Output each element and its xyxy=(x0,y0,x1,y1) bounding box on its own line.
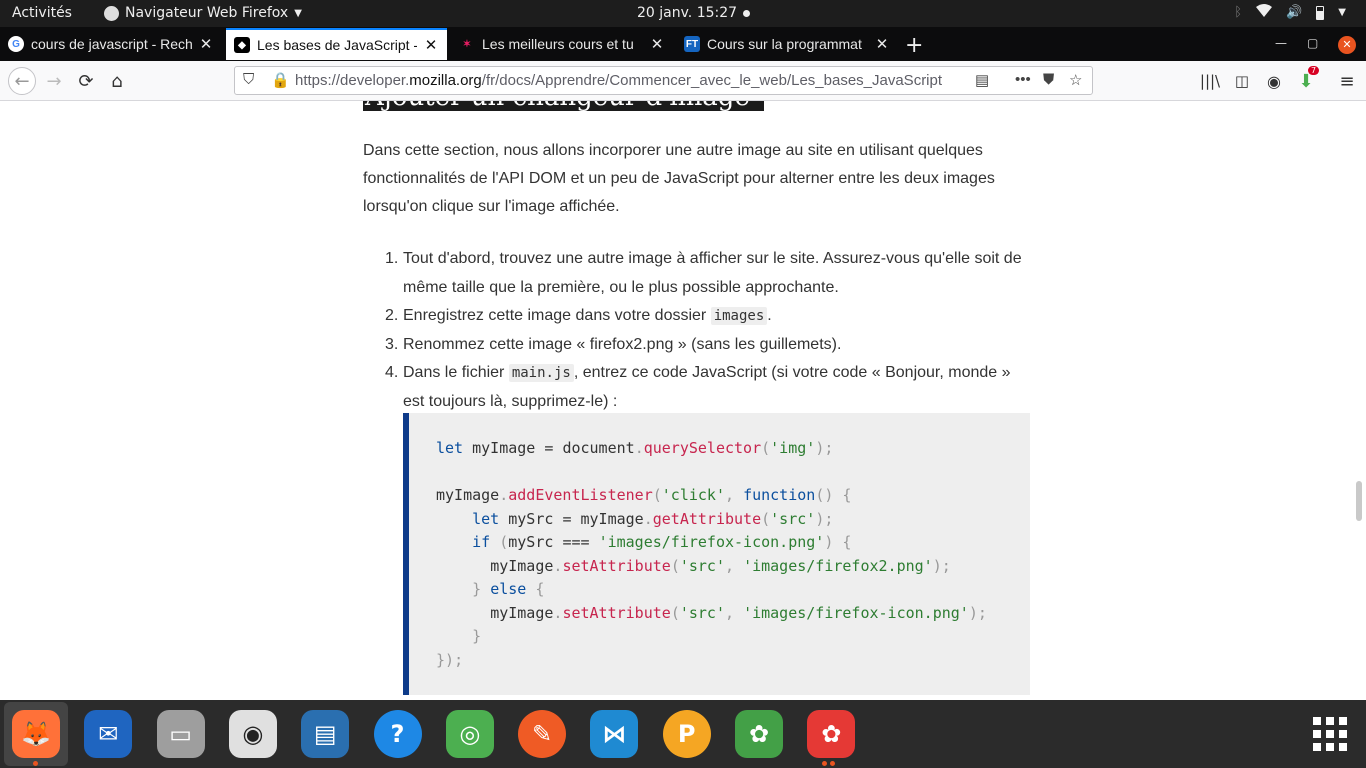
tab-mdn-bases-javascript[interactable]: ◆ Les bases de JavaScript - A ✕ xyxy=(226,28,447,60)
code-block[interactable]: let myImage = document.querySelector('im… xyxy=(403,413,1030,695)
reader-view-icon[interactable]: ▤ xyxy=(975,71,989,89)
volume-icon: 🔊 xyxy=(1286,5,1303,20)
new-tab-button[interactable]: + xyxy=(905,33,923,58)
url-domain: mozilla.org xyxy=(409,72,482,89)
code-line: myImage.setAttribute('src', 'images/fire… xyxy=(490,556,951,575)
list-item: 1. Tout d'abord, trouvez une autre image … xyxy=(385,250,1022,296)
postman-icon[interactable]: ✎ xyxy=(518,710,567,758)
mdn-icon: ◆ xyxy=(234,37,250,53)
pocket-icon[interactable]: ⛊ xyxy=(1043,71,1054,88)
dock: 🦊 ✉ ▭ ◉ ▤? ◎ ✎ ⋈ P ✿ ✿ xyxy=(0,700,1366,768)
list-item: 2. Enregistrez cette image dans votre dos… xyxy=(385,307,772,325)
system-tray[interactable]: ᛒ 🔊 ▼ xyxy=(1234,4,1346,21)
scrollbar-thumb[interactable] xyxy=(1356,481,1362,521)
code-line: let mySrc = myImage.getAttribute('src'); xyxy=(472,509,834,528)
clock[interactable]: 20 janv. 15:27 xyxy=(637,5,737,21)
running-indicator xyxy=(33,761,38,766)
page-content: Ajouter un changeur d'image Dans cette s… xyxy=(0,101,1366,700)
code-line: } else { xyxy=(472,580,545,598)
window-close-button[interactable]: ✕ xyxy=(1338,36,1356,54)
wifi-icon xyxy=(1256,4,1273,21)
chrome-icon[interactable]: ◎ xyxy=(445,710,494,758)
intro-paragraph: Dans cette section, nous allons incorpor… xyxy=(363,142,995,215)
google-icon: G xyxy=(8,36,24,52)
section-heading: Ajouter un changeur d'image xyxy=(363,101,764,111)
navigation-toolbar: ← → ⟳ ⌂ ⛉ 🔒 https://developer.mozilla.or… xyxy=(0,61,1366,101)
bookmark-star-icon[interactable]: ☆ xyxy=(1069,71,1082,89)
sidebar-icon[interactable]: ◫ xyxy=(1230,69,1254,93)
code-line: let myImage = document.querySelector('im… xyxy=(436,439,834,457)
activities-button[interactable]: Activités xyxy=(12,5,72,21)
libreoffice-writer-icon[interactable]: ▤ xyxy=(301,710,350,758)
tab-strip: G cours de javascript - Rech ✕ ◆ Les bas… xyxy=(0,27,1366,61)
address-bar[interactable]: ⛉ 🔒 https://developer.mozilla.org/fr/doc… xyxy=(234,66,1093,95)
account-icon[interactable]: ◉ xyxy=(1262,69,1286,93)
code-line: myImage.addEventListener('click', functi… xyxy=(436,486,852,504)
show-applications-icon[interactable] xyxy=(1313,717,1347,751)
solitaire-icon[interactable]: ✿ xyxy=(735,710,783,758)
notification-dot-icon xyxy=(743,10,750,17)
url-path: /fr/docs/Apprendre/Commencer_avec_le_web… xyxy=(481,72,943,89)
inline-code: main.js xyxy=(508,364,574,382)
thunderbird-icon[interactable]: ✉ xyxy=(84,710,133,758)
power-menu-icon: ▼ xyxy=(1338,7,1346,18)
tab-title: Les meilleurs cours et tu xyxy=(482,36,634,52)
close-icon[interactable]: ✕ xyxy=(423,36,439,54)
tab-title: Cours sur la programmat xyxy=(707,36,862,52)
rhythmbox-icon[interactable]: ◉ xyxy=(228,710,277,758)
tab-google-search[interactable]: G cours de javascript - Rech ✕ xyxy=(0,29,222,59)
inline-code: images xyxy=(710,307,768,325)
gnome-top-bar: Activités Navigateur Web Firefox ▼ 20 ja… xyxy=(0,0,1366,27)
close-icon[interactable]: ✕ xyxy=(198,35,214,53)
chevron-down-icon: ▼ xyxy=(294,7,302,19)
app-menu-label: Navigateur Web Firefox xyxy=(125,5,289,21)
firefox-small-icon xyxy=(104,5,119,21)
app-menu[interactable]: Navigateur Web Firefox ▼ xyxy=(104,5,302,21)
developpez-icon: ✶ xyxy=(462,38,472,50)
home-button[interactable]: ⌂ xyxy=(105,69,129,93)
tab-title: Les bases de JavaScript - A xyxy=(257,37,417,53)
forward-button[interactable]: → xyxy=(42,69,66,93)
code-line: }); xyxy=(436,650,464,669)
battery-icon xyxy=(1316,5,1325,20)
firefox-icon[interactable]: 🦊 xyxy=(12,710,60,758)
minimize-icon[interactable]: — xyxy=(1275,36,1287,50)
help-icon[interactable]: ? xyxy=(373,710,422,758)
downloads-badge: 7 xyxy=(1308,66,1320,75)
list-item: 3. Renommez cette image « firefox2.png » … xyxy=(385,335,842,353)
code-line: if (mySrc === 'images/firefox-icon.png')… xyxy=(472,533,852,551)
bluetooth-icon: ᛒ xyxy=(1234,5,1243,20)
library-icon[interactable]: |||\ xyxy=(1198,69,1222,93)
menu-icon[interactable]: ≡ xyxy=(1335,69,1359,93)
code-line: } xyxy=(472,627,482,645)
tab-cours-programmation[interactable]: FT Cours sur la programmat ✕ xyxy=(676,29,898,59)
shield-icon[interactable]: ⛉ xyxy=(243,71,254,88)
steps-list: 1. Tout d'abord, trouvez une autre image … xyxy=(363,245,1028,416)
code-line: myImage.setAttribute('src', 'images/fire… xyxy=(490,603,987,622)
close-icon[interactable]: ✕ xyxy=(649,35,665,53)
plex-icon[interactable]: P xyxy=(662,710,711,758)
vscode-icon[interactable]: ⋈ xyxy=(590,710,639,758)
maximize-icon[interactable]: ▢ xyxy=(1307,36,1318,50)
close-icon[interactable]: ✕ xyxy=(874,35,890,53)
lock-icon[interactable]: 🔒 xyxy=(271,71,290,89)
running-indicator xyxy=(830,761,835,766)
running-indicator xyxy=(822,761,827,766)
back-button[interactable]: ← xyxy=(8,67,36,95)
tab-title: cours de javascript - Rech xyxy=(31,36,192,52)
url-text[interactable]: https://developer.mozilla.org/fr/docs/Ap… xyxy=(295,72,967,89)
list-item: 4. Dans le fichier main.js, entrez ce cod… xyxy=(385,364,1011,410)
reload-button[interactable]: ⟳ xyxy=(74,69,98,93)
files-icon[interactable]: ▭ xyxy=(156,710,205,758)
page-actions-icon[interactable]: ••• xyxy=(1015,71,1031,88)
solitaire-icon-2[interactable]: ✿ xyxy=(807,710,856,758)
ft-icon: FT xyxy=(684,36,700,52)
tab-developpez[interactable]: ✶ Les meilleurs cours et tu ✕ xyxy=(451,29,673,59)
